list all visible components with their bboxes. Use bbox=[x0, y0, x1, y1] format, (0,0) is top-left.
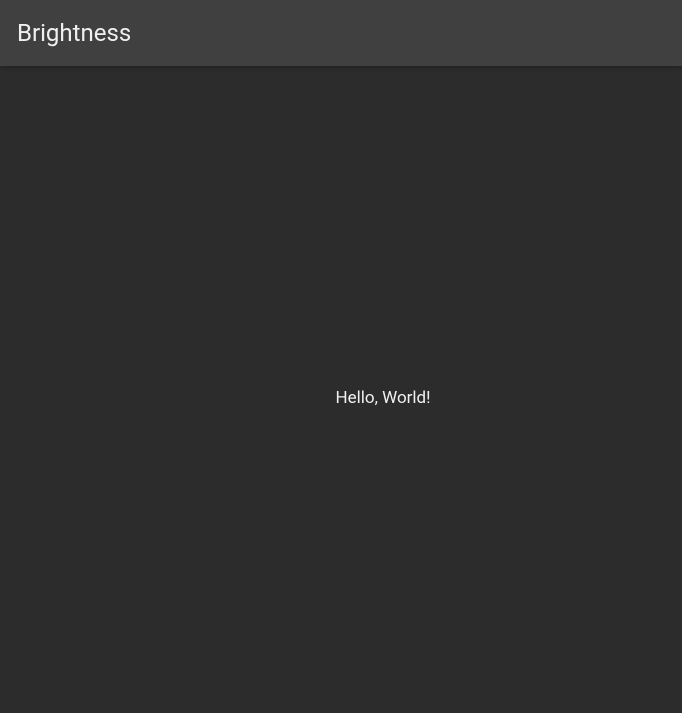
content-area: Hello, World! bbox=[0, 66, 682, 713]
app-bar: Brightness bbox=[0, 0, 682, 66]
page-title: Brightness bbox=[17, 19, 131, 47]
main-message: Hello, World! bbox=[335, 388, 430, 408]
